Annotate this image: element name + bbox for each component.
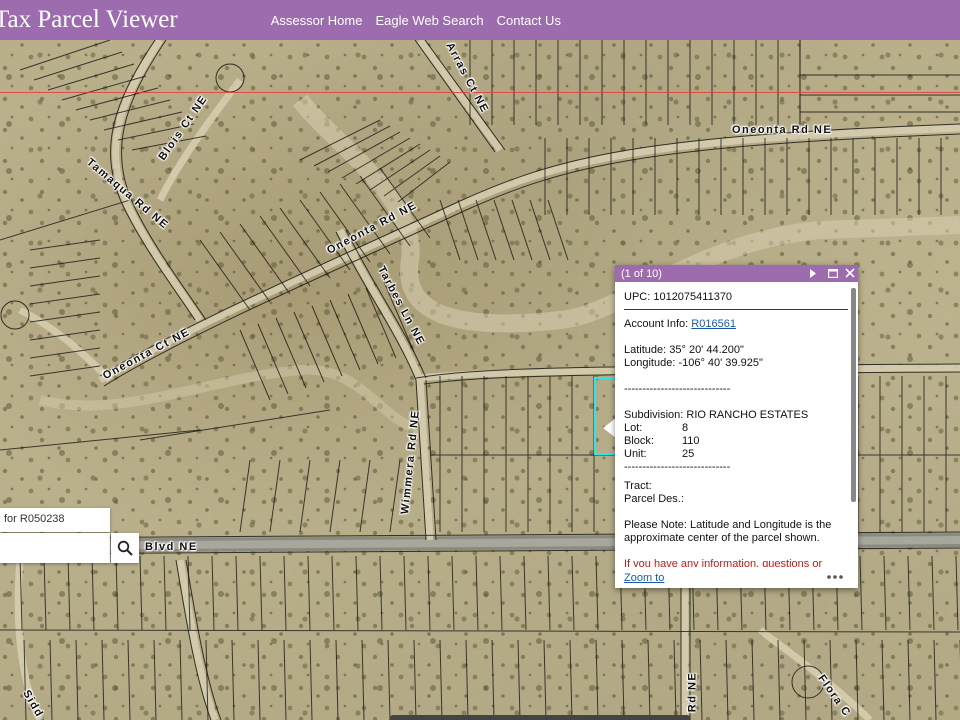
upc-text: UPC: 1012075411370: [624, 291, 733, 303]
zoom-to-link[interactable]: Zoom to: [624, 572, 664, 584]
popup-content: UPC: 1012075411370 Account Info: R016561…: [624, 291, 854, 571]
road-label: Oneonta Rd NE: [732, 124, 833, 136]
block-row: Block: 110: [624, 435, 854, 448]
unit-row: Unit: 25: [624, 448, 854, 461]
road-label: Blvd NE: [145, 541, 198, 553]
tract-text: Tract:: [624, 480, 652, 492]
lot-row: Lot: 8: [624, 422, 854, 435]
popup-counter: (1 of 10): [621, 267, 662, 280]
lot-label: Lot:: [624, 422, 643, 434]
unit-label: Unit:: [624, 448, 647, 460]
popup-scrollbar[interactable]: [851, 288, 856, 502]
parcel-popup: (1 of 10) UPC: 1012075411370 Account Inf…: [615, 265, 858, 588]
block-label: Block:: [624, 435, 654, 447]
unit-value: 25: [682, 448, 695, 460]
latitude-text: Latitude: 35° 20' 44.200": [624, 344, 744, 356]
block-value: 110: [682, 435, 700, 447]
popup-footer: Zoom to: [615, 567, 858, 588]
search-input[interactable]: [0, 533, 110, 563]
search-icon: [117, 540, 133, 556]
nav-eagle-web-search[interactable]: Eagle Web Search: [375, 13, 483, 28]
bottom-edge-bar: [390, 715, 690, 720]
separator: -----------------------------: [624, 383, 731, 395]
app-header: Tax Parcel Viewer Assessor Home Eagle We…: [0, 0, 960, 40]
account-link[interactable]: R016561: [691, 318, 736, 330]
account-info: Account Info: R016561: [624, 318, 854, 331]
more-options-icon[interactable]: [826, 572, 844, 582]
account-label: Account Info:: [624, 318, 689, 330]
separator: -----------------------------: [624, 461, 731, 473]
play-next-icon: [810, 268, 816, 278]
close-icon: [845, 268, 855, 278]
maximize-button[interactable]: [826, 266, 840, 280]
lot-value: 8: [682, 422, 689, 434]
parcel-des-text: Parcel Des.:: [624, 493, 684, 505]
popup-header: (1 of 10): [615, 265, 858, 282]
subdivision-text: Subdivision: RIO RANCHO ESTATES: [624, 409, 809, 421]
search-suggestion[interactable]: for R050238: [0, 508, 110, 532]
close-popup-button[interactable]: [843, 266, 857, 280]
app-title: Tax Parcel Viewer: [0, 6, 178, 33]
longitude-text: Longitude: -106° 40' 39.925": [624, 357, 763, 369]
divider: [624, 309, 848, 310]
search-suggestion-text: for R050238: [4, 513, 65, 525]
road-label: Rd NE: [686, 671, 699, 713]
maximize-icon: [828, 268, 838, 278]
nav-contact-us[interactable]: Contact Us: [497, 13, 561, 28]
nav-assessor-home[interactable]: Assessor Home: [271, 13, 363, 28]
search-button[interactable]: [111, 533, 139, 563]
top-nav: Assessor Home Eagle Web Search Contact U…: [271, 13, 561, 28]
next-feature-button[interactable]: [806, 266, 820, 280]
note-text: Please Note: Latitude and Longitude is t…: [624, 519, 832, 544]
